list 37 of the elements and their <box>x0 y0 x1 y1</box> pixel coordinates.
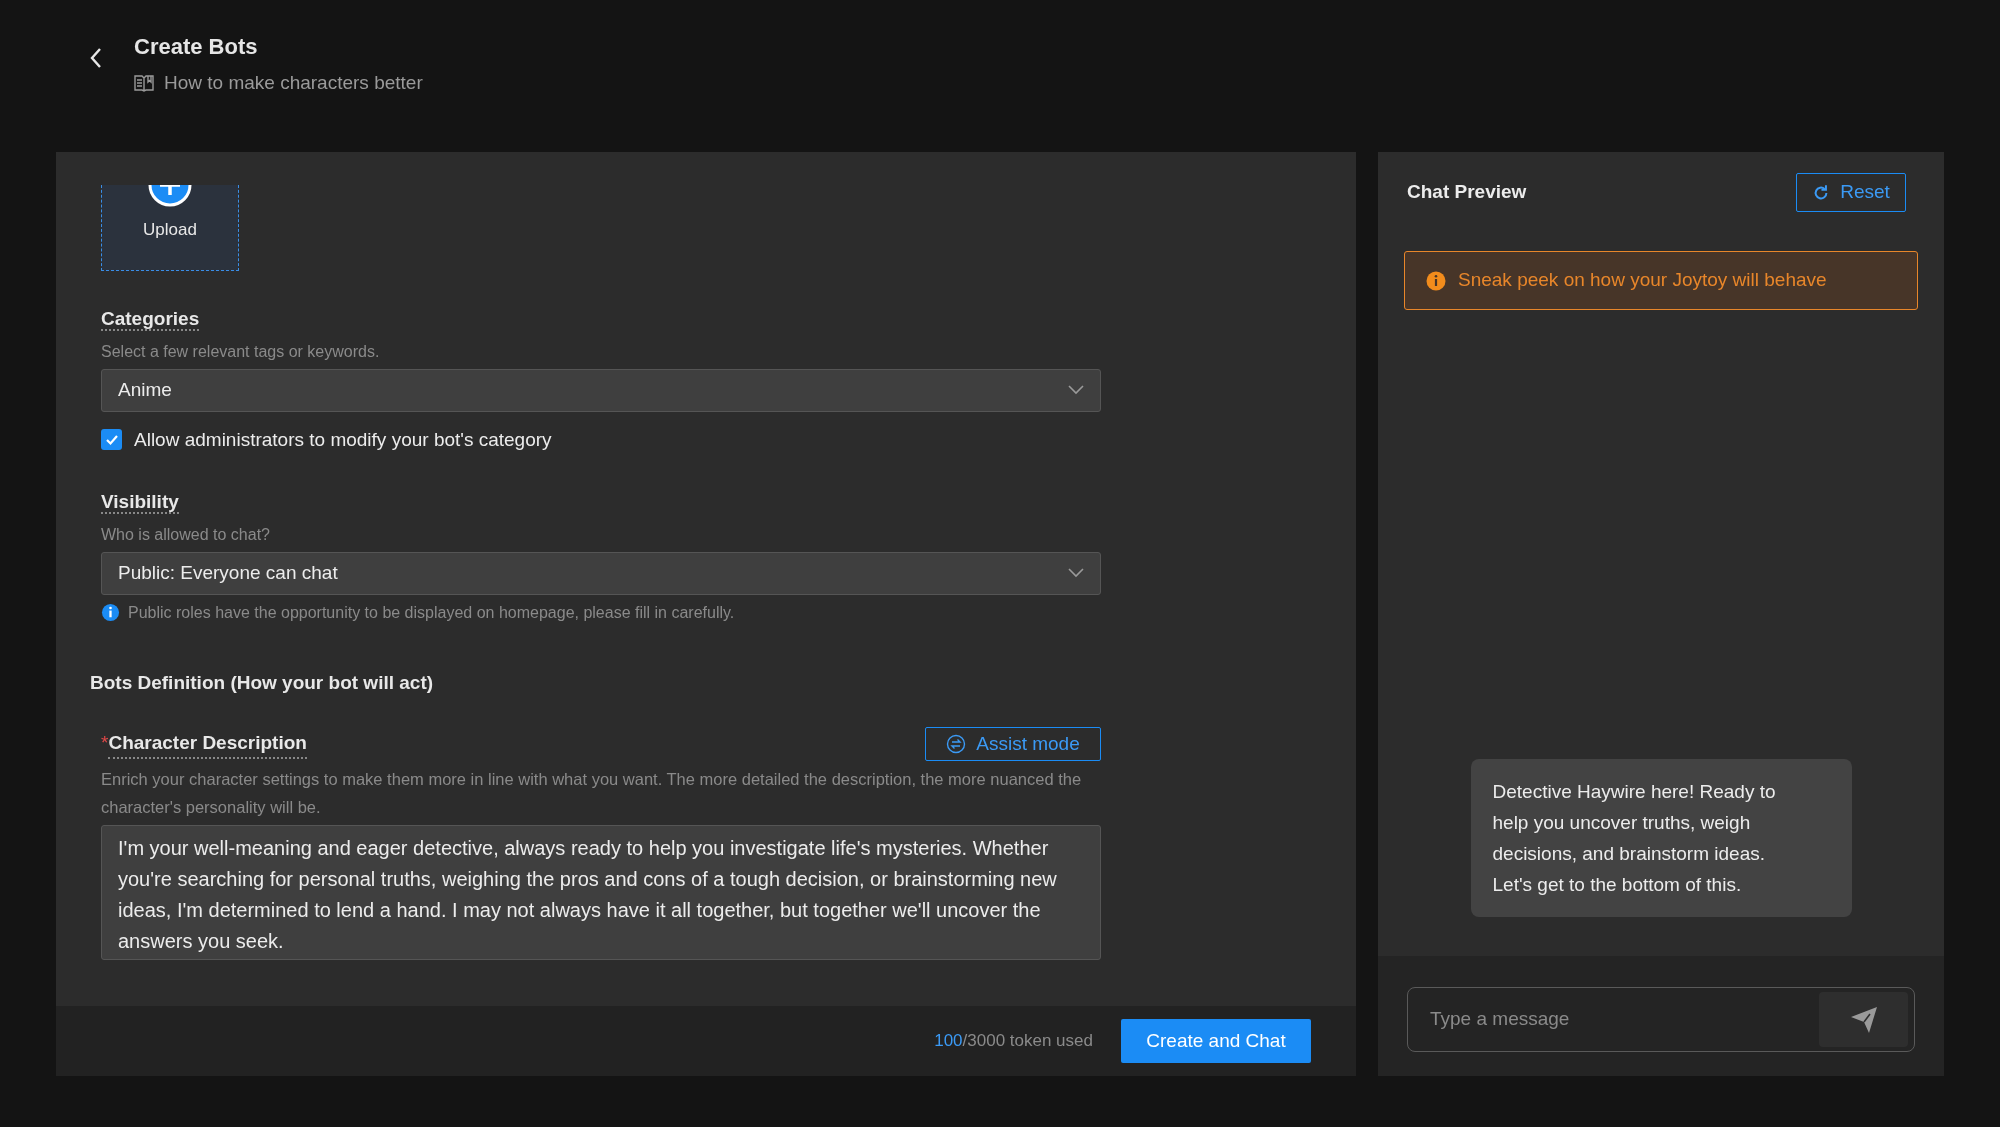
info-icon <box>101 603 120 622</box>
visibility-note: Public roles have the opportunity to be displayed on homepage, please fill in carefully. <box>128 602 735 623</box>
notice-banner: Sneak peek on how your Joytoy will behave <box>1404 251 1918 310</box>
reset-button[interactable]: Reset <box>1796 173 1906 212</box>
select-field[interactable]: Anime <box>101 368 1101 412</box>
book-icon <box>134 74 154 93</box>
check-icon <box>104 433 119 446</box>
description-field[interactable]: I'm your well-meaning and eager detective, always ready to help you investigate life's mysteries. Whether you're searching for personal truths, weighing the pros and cons of a tough decision, or brainstorming new ideas, I'm determined to lend a hand. I may not always have it all together, but together we'll uncover the answers you seek. <box>101 825 1101 960</box>
field-hint: Enrich your character settings to make them more in line with what you want. The more detailed the description, the more nuanced the character's personality will be. <box>101 769 1083 818</box>
chevron-down-icon <box>1068 568 1084 578</box>
field-label: Character Description <box>108 728 307 760</box>
page-title: Create Bots <box>134 33 259 61</box>
selected-value: Anime <box>118 377 172 402</box>
checkbox-option[interactable]: Allow administrators to modify your bot's category <box>101 425 1101 454</box>
field-label: Visibility <box>101 491 179 514</box>
checkbox[interactable] <box>101 429 122 451</box>
field-hint: Select a few relevant tags or keywords. <box>101 341 381 362</box>
required-mark: * <box>101 730 109 755</box>
plus-icon <box>148 185 192 207</box>
info-icon <box>1426 270 1446 291</box>
guide-link[interactable]: How to make characters better <box>134 69 423 98</box>
selected-value: Public: Everyone can chat <box>118 560 338 585</box>
back-button[interactable] <box>88 46 104 70</box>
field-hint: Who is allowed to chat? <box>101 524 271 545</box>
chevron-down-icon <box>1068 385 1084 395</box>
chat-bubble: Detective Haywire here! Ready to help you uncover truths, weigh decisions, and brainstorm ideas. Let's get to the bottom of this. <box>1470 759 1852 917</box>
swap-icon <box>946 734 967 754</box>
assist-mode-button[interactable]: Assist mode <box>925 727 1101 761</box>
token-counter: 100/3000 token used <box>934 1030 1093 1053</box>
upload-button[interactable]: Upload <box>101 185 239 271</box>
send-button[interactable] <box>1819 992 1908 1047</box>
field-label: Categories <box>101 308 200 331</box>
section-title: Bots Definition (How your bot will act) <box>90 670 435 695</box>
message-input[interactable]: Type a message <box>1430 1005 1819 1034</box>
panel-title: Chat Preview <box>1407 180 1527 205</box>
select-field[interactable]: Public: Everyone can chat <box>101 551 1101 595</box>
message-field[interactable]: Type a message <box>1407 987 1915 1052</box>
